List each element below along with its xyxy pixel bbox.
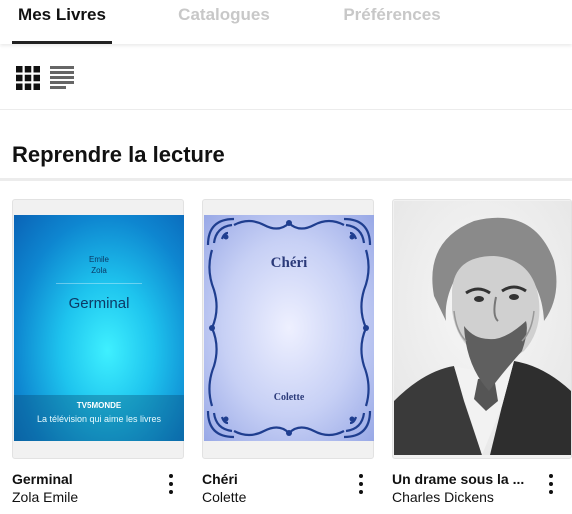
list-view-icon <box>50 66 74 89</box>
cover-title: Germinal <box>68 295 130 312</box>
kebab-dot <box>169 474 173 478</box>
kebab-dot <box>549 482 553 486</box>
cover-author: Colette <box>273 392 305 403</box>
kebab-dot <box>169 482 173 486</box>
cover-author-firstname: Emile <box>88 255 109 264</box>
book-cover: Chéri Colette <box>204 215 374 441</box>
book-menu-button[interactable] <box>356 472 366 498</box>
book-card-germinal[interactable]: Emile Zola Germinal TV5MONDE La télévisi… <box>12 199 184 459</box>
kebab-dot <box>549 474 553 478</box>
section-title: Reprendre la lecture <box>12 142 225 167</box>
kebab-dot <box>169 490 173 494</box>
section-divider <box>0 178 572 181</box>
tab-preferences[interactable]: Préférences <box>332 0 452 44</box>
book-title[interactable]: Un drame sous la ... <box>392 470 540 488</box>
cover-brand: TV5MONDE <box>76 401 122 410</box>
cover-divider <box>56 283 142 284</box>
kebab-dot <box>549 490 553 494</box>
book-cover: Emile Zola Germinal TV5MONDE La télévisi… <box>14 215 184 441</box>
grid-view-icon <box>16 66 40 90</box>
tab-mes-livres[interactable]: Mes Livres <box>12 0 112 44</box>
ornament-frame <box>206 217 372 439</box>
top-tabs: Mes Livres Catalogues Préférences <box>0 0 572 44</box>
view-toolbar <box>0 44 572 110</box>
tab-catalogues[interactable]: Catalogues <box>168 0 280 44</box>
portrait-image <box>394 201 571 455</box>
cover-tagline: La télévision qui aime les livres <box>36 414 162 424</box>
book-menu-button[interactable] <box>546 472 556 498</box>
cover-author-lastname: Zola <box>91 266 107 275</box>
book-cover <box>394 201 571 455</box>
list-view-button[interactable] <box>50 66 76 90</box>
book-title[interactable]: Chéri <box>202 470 350 488</box>
kebab-dot <box>359 482 363 486</box>
book-title[interactable]: Germinal <box>12 470 160 488</box>
kebab-dot <box>359 490 363 494</box>
book-author: Charles Dickens <box>392 489 494 505</box>
book-card-cheri[interactable]: Chéri Colette <box>202 199 374 459</box>
book-info: Un drame sous la ... Charles Dickens <box>392 470 562 506</box>
book-author: Zola Emile <box>12 489 79 505</box>
book-info: Chéri Colette <box>202 470 372 506</box>
book-menu-button[interactable] <box>166 472 176 498</box>
book-info: Germinal Zola Emile <box>12 470 182 506</box>
cover-title: Chéri <box>270 255 308 271</box>
grid-view-button[interactable] <box>16 66 40 90</box>
book-card-un-drame[interactable] <box>392 199 572 459</box>
book-author: Colette <box>202 489 247 505</box>
kebab-dot <box>359 474 363 478</box>
